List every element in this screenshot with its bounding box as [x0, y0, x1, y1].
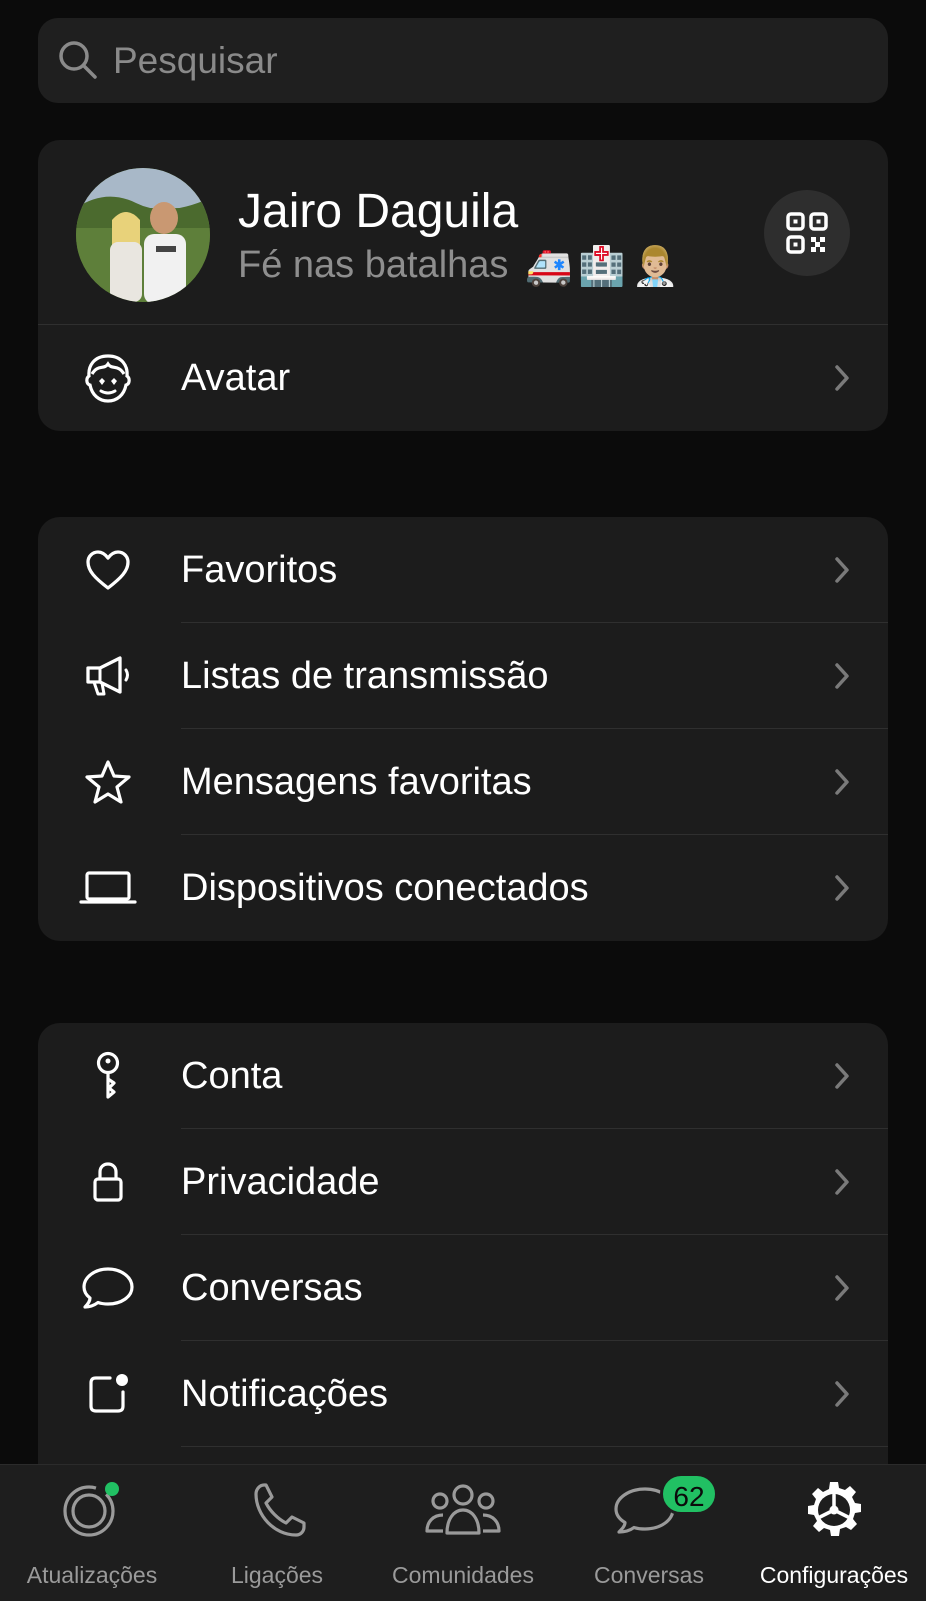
qr-code-icon: [786, 212, 828, 254]
avatar-face-icon: [78, 325, 138, 431]
chats-unread-badge: 62: [660, 1473, 718, 1515]
communities-icon: [425, 1484, 501, 1535]
avatar-label: Avatar: [181, 357, 291, 399]
privacy-label: Privacidade: [181, 1161, 380, 1203]
favorites-label: Favoritos: [181, 549, 338, 591]
favorites-row[interactable]: Favoritos: [38, 517, 888, 623]
profile-card: Jairo Daguila Fé nas batalhas 🚑🏥👨🏼‍⚕️: [38, 140, 888, 431]
qr-code-button[interactable]: [764, 190, 850, 276]
tab-settings-label: Configurações: [759, 1562, 909, 1588]
broadcast-lists-label: Listas de transmissão: [181, 655, 549, 697]
ambulance-emoji: 🚑: [524, 245, 573, 288]
phone-icon: [254, 1483, 306, 1537]
tab-settings[interactable]: Configurações: [742, 1465, 926, 1601]
search-input[interactable]: Pesquisar: [113, 18, 278, 103]
hospital-emoji: 🏥: [578, 245, 626, 288]
linked-devices-label: Dispositivos conectados: [181, 867, 589, 909]
tab-chats[interactable]: 62 Conversas: [556, 1465, 742, 1601]
tab-communities-label: Comunidades: [392, 1562, 534, 1588]
account-row[interactable]: Conta: [38, 1023, 888, 1129]
avatar-row[interactable]: Avatar: [38, 325, 888, 431]
chevron-right-icon: [835, 769, 849, 795]
profile-name: Jairo Daguila: [238, 185, 519, 238]
tab-updates[interactable]: Atualizações: [0, 1465, 184, 1601]
updates-indicator-dot: [105, 1482, 119, 1496]
megaphone-icon: [78, 623, 138, 729]
chevron-right-icon: [835, 1169, 849, 1195]
notification-icon: [78, 1341, 138, 1447]
chat-bubble-icon: [78, 1235, 138, 1341]
key-icon: [78, 1023, 138, 1129]
linked-devices-row[interactable]: Dispositivos conectados: [38, 835, 888, 941]
account-label: Conta: [181, 1055, 283, 1097]
chats-label: Conversas: [181, 1267, 363, 1309]
notifications-label: Notificações: [181, 1373, 388, 1415]
lists-group: Favoritos Listas de transmissão Mensagen…: [38, 517, 888, 941]
starred-messages-label: Mensagens favoritas: [181, 761, 532, 803]
profile-status-text: Fé nas batalhas: [238, 244, 509, 286]
search-icon: [59, 41, 97, 79]
tab-calls-label: Ligações: [230, 1562, 324, 1588]
settings-group: Conta Privacidade Conversas Notificações: [38, 1023, 888, 1464]
chevron-right-icon: [835, 365, 849, 391]
tab-updates-label: Atualizações: [26, 1562, 158, 1588]
search-bar[interactable]: Pesquisar: [38, 18, 888, 103]
chevron-right-icon: [835, 1063, 849, 1089]
star-icon: [78, 729, 138, 835]
chevron-right-icon: [835, 663, 849, 689]
broadcast-lists-row[interactable]: Listas de transmissão: [38, 623, 888, 729]
lock-icon: [78, 1129, 138, 1235]
privacy-row[interactable]: Privacidade: [38, 1129, 888, 1235]
chats-row[interactable]: Conversas: [38, 1235, 888, 1341]
profile-status: Fé nas batalhas 🚑 🏥 👨🏼‍⚕️: [238, 244, 679, 289]
chevron-right-icon: [835, 557, 849, 583]
chevron-right-icon: [835, 1275, 849, 1301]
tab-bar: Atualizações Ligações Comunidades 62 Con…: [0, 1464, 926, 1601]
tab-calls[interactable]: Ligações: [184, 1465, 370, 1601]
doctor-emoji: 👨🏼‍⚕️: [631, 245, 679, 288]
starred-messages-row[interactable]: Mensagens favoritas: [38, 729, 888, 835]
settings-icon: [808, 1482, 861, 1536]
chevron-right-icon: [835, 875, 849, 901]
tab-communities[interactable]: Comunidades: [370, 1465, 556, 1601]
laptop-icon: [78, 835, 138, 941]
profile-row[interactable]: Jairo Daguila Fé nas batalhas 🚑 🏥 👨🏼‍⚕️: [38, 140, 888, 325]
heart-icon: [78, 517, 138, 623]
tab-chats-label: Conversas: [594, 1562, 704, 1588]
notifications-row[interactable]: Notificações: [38, 1341, 888, 1447]
profile-photo[interactable]: [76, 168, 210, 302]
chevron-right-icon: [835, 1381, 849, 1407]
